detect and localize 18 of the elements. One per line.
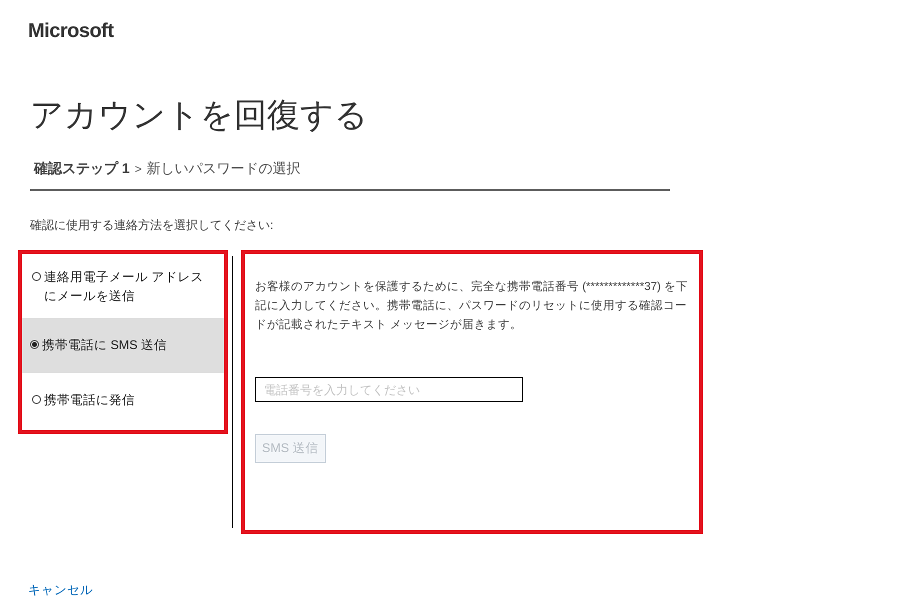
cancel-link[interactable]: キャンセル <box>28 582 93 599</box>
page-title: アカウントを回復する <box>30 95 368 135</box>
breadcrumb-step: 確認ステップ 1 <box>34 160 130 178</box>
contact-option[interactable]: 携帯電話に SMS 送信 <box>22 318 224 373</box>
option-label: 携帯電話に発信 <box>44 392 135 409</box>
verification-message: お客様のアカウントを保護するために、完全な携帯電話番号 (*************37) を下記に入力してください。携帯電話に、パスワードのリセットに使用する確認コードが記載されたテキスト メッセージが届きます。 <box>255 279 689 333</box>
phone-input-field[interactable]: 電話番号を入力してください <box>255 377 523 402</box>
contact-option[interactable]: 連絡用電子メール アドレスにメールを送信 <box>22 260 224 314</box>
instruction-text: 確認に使用する連絡方法を選択してください: <box>30 217 274 234</box>
radio-icon[interactable] <box>30 340 39 349</box>
radio-icon[interactable] <box>32 272 41 281</box>
breadcrumb-step: 新しいパスワードの選択 <box>146 160 301 178</box>
logo: Microsoft <box>28 20 114 43</box>
radio-icon[interactable] <box>32 395 41 404</box>
contact-option[interactable]: 携帯電話に発信 <box>22 383 224 418</box>
option-label: 連絡用電子メール アドレスにメールを送信 <box>44 269 204 305</box>
breadcrumb-separator: > <box>134 162 142 176</box>
option-label: 携帯電話に SMS 送信 <box>42 337 168 354</box>
